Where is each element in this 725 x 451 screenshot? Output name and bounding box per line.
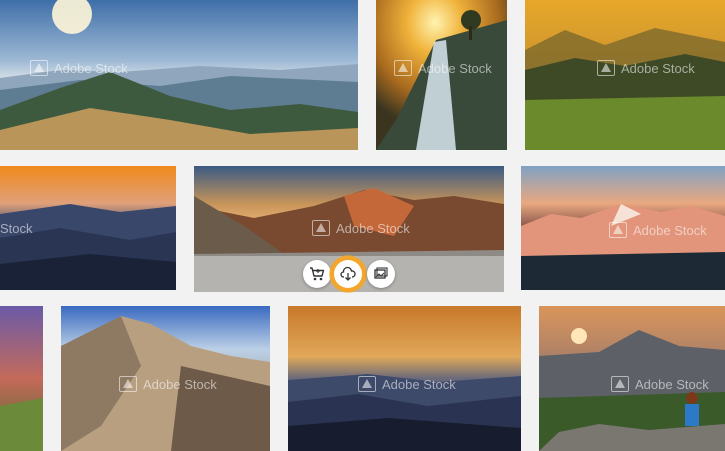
image-tile-purple-sky-edge[interactable] — [0, 306, 43, 451]
image-tile-waterfall-tree-sunset[interactable]: Adobe Stock — [376, 0, 507, 150]
landscape-photo — [0, 306, 43, 451]
landscape-photo — [525, 0, 725, 150]
image-tile-mountain-valley-sunrise[interactable]: Adobe Stock — [0, 0, 358, 150]
similar-images-icon — [374, 267, 388, 279]
image-tile-golden-layered-hills[interactable]: Adobe Stock — [288, 306, 521, 451]
cart-icon — [310, 267, 325, 281]
image-tile-orange-sky-ridges[interactable]: Stock — [0, 166, 176, 290]
image-tile-green-meadow-mountains[interactable]: Adobe Stock — [525, 0, 725, 150]
landscape-photo — [288, 306, 521, 451]
download-button[interactable] — [334, 260, 362, 288]
cloud-download-icon — [340, 266, 356, 281]
image-tile-alpenglow-snow-peaks[interactable]: Adobe Stock — [521, 166, 725, 290]
landscape-photo — [376, 0, 507, 150]
landscape-photo — [0, 0, 358, 150]
image-tile-woman-on-rocks-sunset[interactable]: Adobe Stock — [539, 306, 725, 451]
landscape-photo — [539, 306, 725, 451]
add-to-cart-button[interactable] — [303, 260, 331, 288]
landscape-photo — [0, 166, 176, 290]
landscape-photo — [61, 306, 270, 451]
find-similar-button[interactable] — [367, 260, 395, 288]
landscape-photo — [521, 166, 725, 290]
image-tile-barren-mountain[interactable]: Adobe Stock — [61, 306, 270, 451]
